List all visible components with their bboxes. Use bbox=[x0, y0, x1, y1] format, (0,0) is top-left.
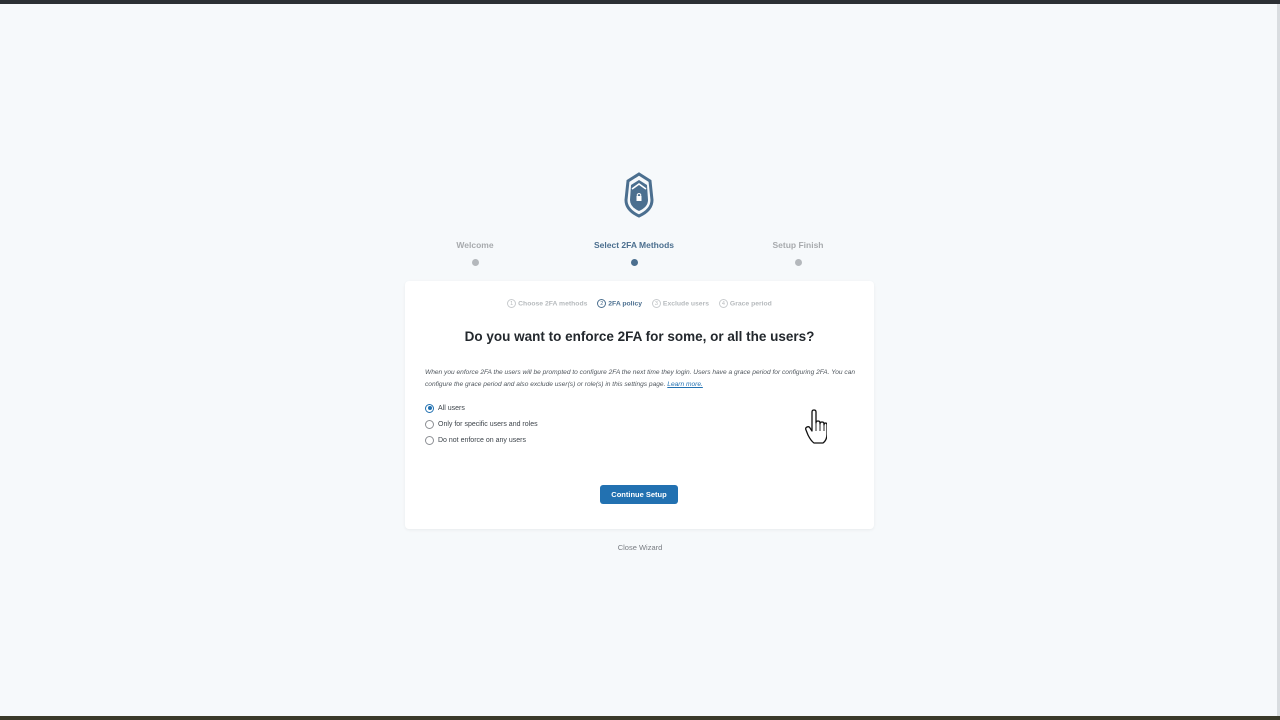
option-label: All users bbox=[438, 404, 465, 412]
window-bottom-bar bbox=[0, 716, 1280, 720]
radio-specific-users-roles[interactable] bbox=[425, 419, 434, 429]
step-label: Setup Finish bbox=[772, 240, 824, 250]
window-top-bar bbox=[0, 0, 1280, 4]
option-do-not-enforce[interactable]: Do not enforce on any users bbox=[425, 432, 538, 448]
option-label: Only for specific users and roles bbox=[438, 420, 538, 428]
close-wizard-label[interactable]: Close Wizard bbox=[618, 543, 663, 552]
step-dot bbox=[794, 259, 802, 266]
step-select-2fa-methods: Select 2FA Methods bbox=[554, 240, 714, 266]
radio-all-users[interactable] bbox=[425, 403, 434, 413]
step-setup-finish: Setup Finish bbox=[718, 240, 878, 266]
step-dot bbox=[630, 259, 638, 266]
step-label: Welcome bbox=[456, 240, 494, 250]
continue-setup-button[interactable]: Continue Setup bbox=[600, 485, 678, 504]
substep-number: 3 bbox=[651, 299, 661, 308]
substep-label: Choose 2FA methods bbox=[518, 300, 588, 308]
substep-label: Grace period bbox=[729, 300, 772, 308]
hand-pointer-cursor-icon bbox=[805, 409, 827, 444]
option-all-users[interactable]: All users bbox=[425, 400, 538, 416]
substep-nav: 1 Choose 2FA methods 2 2FA policy 3 Exclude… bbox=[405, 299, 874, 308]
policy-description: When you enforce 2FA the users will be p… bbox=[425, 367, 857, 391]
wizard-card: 1 Choose 2FA methods 2 2FA policy 3 Exclude… bbox=[405, 281, 874, 529]
description-text: When you enforce 2FA the users will be p… bbox=[425, 369, 856, 388]
step-welcome: Welcome bbox=[395, 240, 555, 266]
substep-label: Exclude users bbox=[662, 300, 710, 308]
substep-2fa-policy: 2 2FA policy bbox=[597, 299, 642, 308]
step-label: Select 2FA Methods bbox=[594, 240, 674, 250]
learn-more-link[interactable]: Learn more. bbox=[667, 381, 703, 388]
substep-number: 4 bbox=[718, 299, 728, 308]
substep-grace-period: 4 Grace period bbox=[718, 299, 772, 308]
option-specific-users-roles[interactable]: Only for specific users and roles bbox=[425, 416, 538, 432]
substep-label: 2FA policy bbox=[608, 300, 643, 308]
radio-do-not-enforce[interactable] bbox=[425, 435, 434, 445]
option-label: Do not enforce on any users bbox=[438, 436, 526, 444]
close-wizard-link[interactable]: Close Wizard bbox=[0, 543, 1280, 552]
shield-lock-icon bbox=[624, 172, 654, 218]
step-dot bbox=[471, 259, 479, 266]
substep-number: 1 bbox=[507, 299, 517, 308]
substep-exclude-users: 3 Exclude users bbox=[651, 299, 710, 308]
page-title: Do you want to enforce 2FA for some, or … bbox=[464, 329, 815, 344]
substep-number: 2 bbox=[597, 299, 607, 308]
enforcement-options: All users Only for specific users and ro… bbox=[425, 400, 538, 448]
substep-choose-methods: 1 Choose 2FA methods bbox=[507, 299, 587, 308]
wizard-steps: Welcome Select 2FA Methods Setup Finish bbox=[0, 240, 1280, 270]
